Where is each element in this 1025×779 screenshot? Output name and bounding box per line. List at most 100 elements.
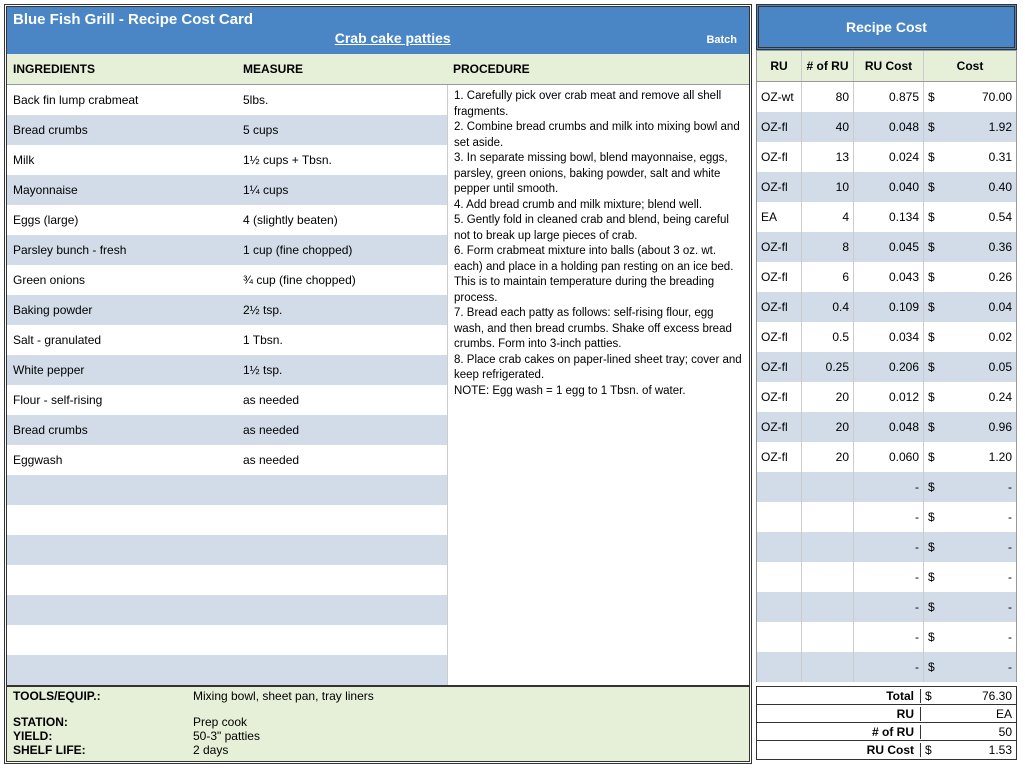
cost-num [801, 592, 853, 622]
cost-num: 8 [801, 232, 853, 262]
ingredient-name: Eggwash [7, 453, 237, 467]
cost-rucost: 0.875 [853, 82, 923, 112]
cost-rucost: 0.024 [853, 142, 923, 172]
cost-num [801, 532, 853, 562]
ingredient-name: Back fin lump crabmeat [7, 93, 237, 107]
cost-ru: OZ-fl [757, 172, 801, 202]
ingredient-row: Back fin lump crabmeat5lbs. [7, 85, 447, 115]
total-label: Total [757, 689, 921, 703]
ingredient-list: Back fin lump crabmeat5lbs.Bread crumbs5… [7, 85, 447, 685]
tools-label: TOOLS/EQUIP.: [13, 689, 193, 703]
card-footer: TOOLS/EQUIP.: Mixing bowl, sheet pan, tr… [7, 685, 749, 761]
cost-row: OZ-fl0.250.206$0.05 [756, 352, 1017, 382]
cost-row: OZ-fl80.045$0.36 [756, 232, 1017, 262]
cost-rucost: - [853, 592, 923, 622]
cost-ru: OZ-fl [757, 322, 801, 352]
cost-row: OZ-fl200.048$0.96 [756, 412, 1017, 442]
cost-row: OZ-fl0.50.034$0.02 [756, 322, 1017, 352]
station-value: Prep cook [193, 715, 743, 729]
ingredient-name: Parsley bunch - fresh [7, 243, 237, 257]
cost-row: -$- [756, 622, 1017, 652]
cost-rucost: 0.109 [853, 292, 923, 322]
ingredient-row: Flour - self-risingas needed [7, 385, 447, 415]
ingredient-name: Baking powder [7, 303, 237, 317]
ingredient-row [7, 625, 447, 655]
cost-rucost: - [853, 532, 923, 562]
ingredient-measure: as needed [237, 423, 447, 437]
col-ru: RU [757, 51, 801, 81]
procedure-step: 5. Gently fold in cleaned crab and blend… [454, 213, 743, 244]
cost-num: 10 [801, 172, 853, 202]
cost-num [801, 652, 853, 682]
cost-cost: $0.04 [923, 292, 1016, 322]
cost-num [801, 622, 853, 652]
col-ru-cost: RU Cost [853, 51, 923, 81]
cost-row: -$- [756, 592, 1017, 622]
ingredient-measure: as needed [237, 393, 447, 407]
cost-ru: OZ-fl [757, 412, 801, 442]
cost-ru [757, 652, 801, 682]
sum-rucost-label: RU Cost [757, 743, 921, 757]
procedure-step: NOTE: Egg wash = 1 egg to 1 Tbsn. of wat… [454, 384, 743, 400]
cost-rucost: 0.043 [853, 262, 923, 292]
ingredient-name: Milk [7, 153, 237, 167]
cost-cost: $0.40 [923, 172, 1016, 202]
cost-rucost: 0.034 [853, 322, 923, 352]
ingredient-row: Eggs (large)4 (slightly beaten) [7, 205, 447, 235]
cost-num: 4 [801, 202, 853, 232]
col-ingredients: INGREDIENTS [7, 54, 237, 84]
cost-cost: $- [923, 532, 1016, 562]
recipe-card: Blue Fish Grill - Recipe Cost Card Crab … [4, 4, 752, 764]
cost-ru [757, 472, 801, 502]
ingredient-row: Bread crumbs5 cups [7, 115, 447, 145]
cost-rucost: 0.134 [853, 202, 923, 232]
ingredient-row [7, 595, 447, 625]
ingredient-row: Eggwashas needed [7, 445, 447, 475]
cost-row: OZ-fl200.012$0.24 [756, 382, 1017, 412]
cost-rows: OZ-wt800.875$70.00OZ-fl400.048$1.92OZ-fl… [756, 82, 1017, 682]
ingredient-row: Milk1½ cups + Tbsn. [7, 145, 447, 175]
cost-cost: $0.02 [923, 322, 1016, 352]
cost-num: 13 [801, 142, 853, 172]
ingredient-row: Bread crumbsas needed [7, 415, 447, 445]
cost-ru: OZ-fl [757, 352, 801, 382]
ingredient-name: Eggs (large) [7, 213, 237, 227]
ingredient-row [7, 565, 447, 595]
procedure-step: 6. Form crabmeat mixture into balls (abo… [454, 244, 743, 306]
ingredient-name: Salt - granulated [7, 333, 237, 347]
cost-num [801, 562, 853, 592]
ingredient-measure: 5lbs. [237, 93, 447, 107]
ingredient-row [7, 535, 447, 565]
procedure-step: 1. Carefully pick over crab meat and rem… [454, 89, 743, 120]
cost-ru [757, 622, 801, 652]
cost-ru: OZ-fl [757, 442, 801, 472]
ingredient-name: Mayonnaise [7, 183, 237, 197]
ingredient-measure: 1½ cups + Tbsn. [237, 153, 447, 167]
cost-ru: OZ-fl [757, 382, 801, 412]
cost-rucost: 0.045 [853, 232, 923, 262]
ingredient-row [7, 505, 447, 535]
ingredient-row: Green onions¾ cup (fine chopped) [7, 265, 447, 295]
cost-num: 0.4 [801, 292, 853, 322]
tools-value: Mixing bowl, sheet pan, tray liners [193, 689, 743, 703]
procedure-step: 8. Place crab cakes on paper-lined sheet… [454, 353, 743, 384]
batch-label: Batch [706, 34, 737, 46]
procedure-step: 2. Combine bread crumbs and milk into mi… [454, 120, 743, 151]
ingredient-row: Mayonnaise1¼ cups [7, 175, 447, 205]
cost-row: -$- [756, 532, 1017, 562]
cost-num: 20 [801, 412, 853, 442]
ingredient-measure: 2½ tsp. [237, 303, 447, 317]
cost-rucost: - [853, 472, 923, 502]
ingredient-row: Baking powder2½ tsp. [7, 295, 447, 325]
ingredient-measure: as needed [237, 453, 447, 467]
cost-ru: OZ-fl [757, 142, 801, 172]
cost-rucost: 0.040 [853, 172, 923, 202]
procedure-step: 3. In separate missing bowl, blend mayon… [454, 151, 743, 198]
cost-num: 0.25 [801, 352, 853, 382]
cost-row: OZ-fl130.024$0.31 [756, 142, 1017, 172]
cost-row: -$- [756, 502, 1017, 532]
sum-numru-label: # of RU [757, 725, 921, 739]
cost-ru [757, 502, 801, 532]
total-value: 76.30 [982, 689, 1012, 703]
cost-rucost: 0.012 [853, 382, 923, 412]
